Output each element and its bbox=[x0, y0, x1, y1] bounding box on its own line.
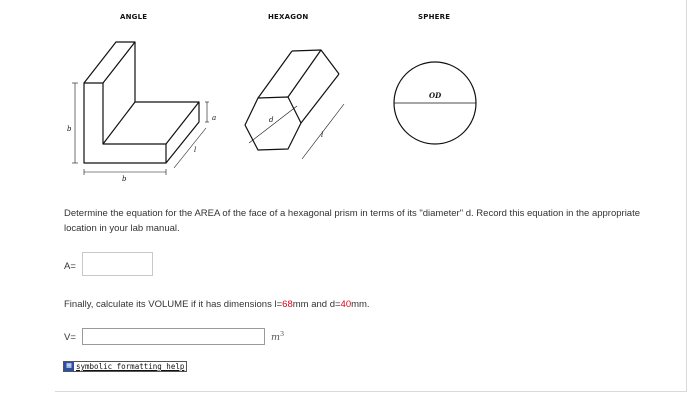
angle-l-label: l bbox=[194, 146, 196, 154]
volume-text-part2: mm and d= bbox=[292, 299, 341, 310]
help-icon: ▦ bbox=[64, 362, 74, 371]
angle-a-label: a bbox=[212, 114, 216, 122]
angle-dimensions bbox=[72, 82, 209, 175]
volume-unit: m3 bbox=[271, 330, 284, 343]
angle-b-side-label: b bbox=[67, 125, 72, 133]
volume-text-part1: Finally, calculate its VOLUME if it has … bbox=[64, 299, 283, 310]
volume-label: V= bbox=[64, 332, 76, 343]
volume-unit-exponent: 3 bbox=[280, 330, 285, 338]
volume-question-text: Finally, calculate its VOLUME if it has … bbox=[64, 299, 370, 310]
sphere-od-label: OD bbox=[429, 91, 442, 100]
volume-text-part3: mm. bbox=[351, 299, 370, 310]
volume-unit-base: m bbox=[271, 332, 281, 344]
angle-b-bottom-label: b bbox=[122, 175, 127, 183]
l-value: 68 bbox=[282, 299, 293, 310]
volume-input[interactable] bbox=[82, 328, 265, 345]
symbolic-formatting-help-button[interactable]: ▦ symbolic formatting help bbox=[63, 361, 188, 372]
sphere-figure bbox=[393, 61, 477, 145]
hexagon-l-label: l bbox=[321, 131, 323, 139]
hexagon-d-label: d bbox=[269, 116, 274, 124]
area-question-text: Determine the equation for the AREA of t… bbox=[64, 208, 641, 234]
help-link-label[interactable]: symbolic formatting help bbox=[76, 362, 184, 371]
area-input[interactable] bbox=[82, 252, 153, 276]
shapes-diagram: b b a l d l OD bbox=[67, 41, 477, 183]
d-value: 40 bbox=[340, 299, 352, 310]
angle-figure bbox=[83, 41, 200, 164]
area-label: A= bbox=[64, 261, 76, 272]
panel-border-bottom bbox=[55, 391, 687, 392]
